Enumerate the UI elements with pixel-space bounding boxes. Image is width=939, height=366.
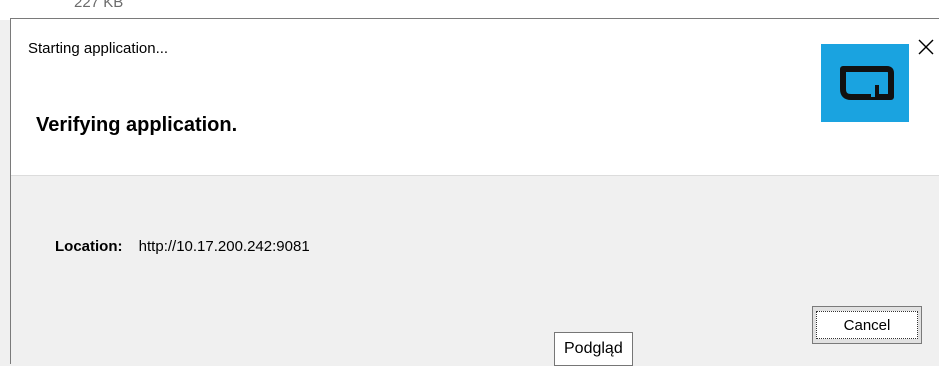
background-window-strip: 227 KB [0, 0, 939, 20]
window-title: Starting application... [28, 40, 169, 57]
location-value: http://10.17.200.242:9081 [138, 238, 310, 255]
title-bar: Starting application... [11, 19, 939, 79]
dialog-header: Verifying application. [11, 79, 939, 176]
cancel-button-label: Cancel [816, 311, 918, 339]
heading-text: Verifying application. [36, 114, 238, 136]
close-icon [918, 39, 934, 55]
app-logo-icon [821, 44, 909, 122]
preview-tooltip: Podgląd [554, 332, 633, 366]
starting-application-dialog: Starting application... Verifying applic… [10, 18, 939, 364]
cancel-button[interactable]: Cancel [812, 306, 922, 344]
location-label: Location: [55, 238, 123, 255]
close-button[interactable] [912, 33, 939, 61]
location-row: Location: http://10.17.200.242:9081 [55, 238, 310, 255]
file-size-text: 227 KB [74, 0, 124, 11]
